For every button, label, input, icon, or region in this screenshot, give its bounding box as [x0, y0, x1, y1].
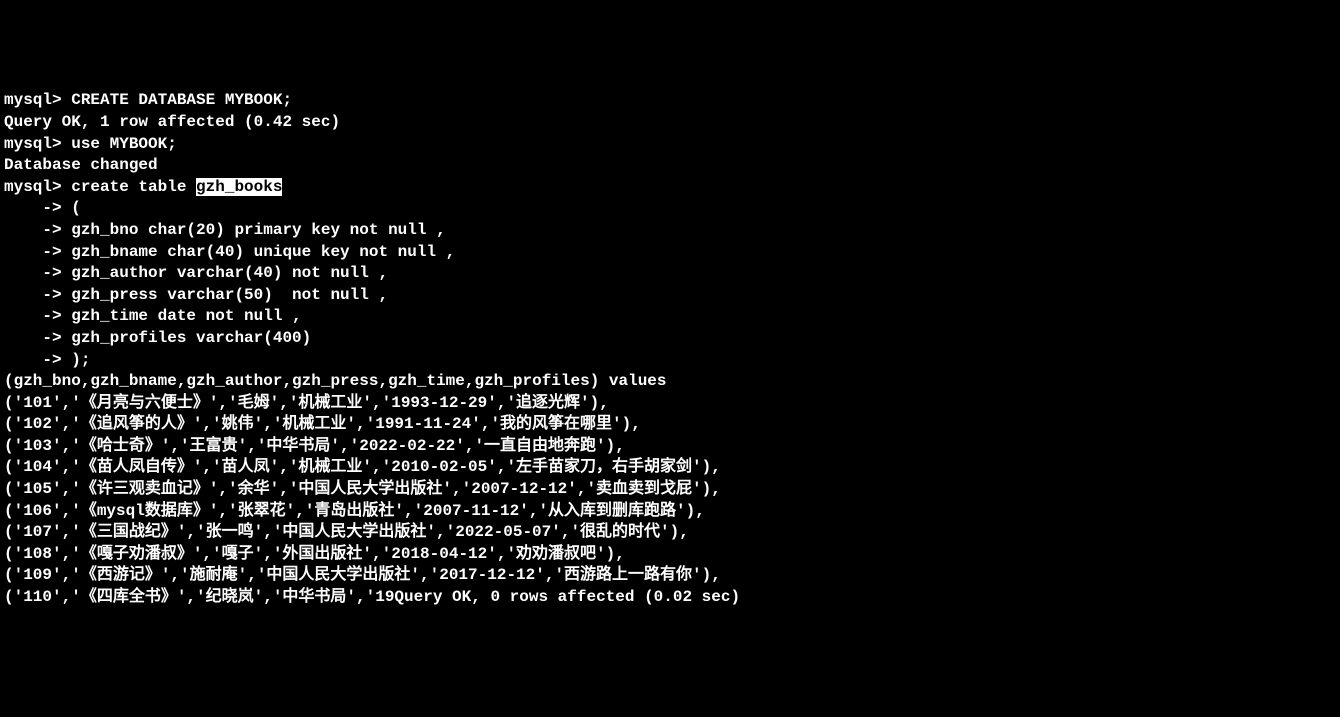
terminal-line: -> ( [4, 198, 1336, 220]
terminal-line: Query OK, 1 row affected (0.42 sec) [4, 112, 1336, 134]
terminal-line: -> gzh_time date not null , [4, 306, 1336, 328]
terminal-line: ('103','《哈士奇》','王富贵','中华书局','2022-02-22'… [4, 436, 1336, 458]
terminal-line: ('110','《四库全书》','纪晓岚','中华书局','19Query OK… [4, 587, 1336, 609]
terminal-line: (gzh_bno,gzh_bname,gzh_author,gzh_press,… [4, 371, 1336, 393]
terminal-line: -> gzh_press varchar(50) not null , [4, 285, 1336, 307]
terminal-line: mysql> create table gzh_books [4, 177, 1336, 199]
terminal-line: ('108','《嘎子劝潘叔》','嘎子','外国出版社','2018-04-1… [4, 544, 1336, 566]
terminal-line: -> gzh_profiles varchar(400) [4, 328, 1336, 350]
terminal-line: ('107','《三国战纪》','张一鸣','中国人民大学出版社','2022-… [4, 522, 1336, 544]
terminal-line: -> gzh_author varchar(40) not null , [4, 263, 1336, 285]
terminal-line: ('105','《许三观卖血记》','余华','中国人民大学出版社','2007… [4, 479, 1336, 501]
terminal-line: mysql> use MYBOOK; [4, 134, 1336, 156]
highlighted-text: gzh_books [196, 178, 282, 196]
terminal-line: ('102','《追风筝的人》','姚伟','机械工业','1991-11-24… [4, 414, 1336, 436]
terminal-line: Database changed [4, 155, 1336, 177]
terminal-line: -> ); [4, 350, 1336, 372]
terminal-line: -> gzh_bname char(40) unique key not nul… [4, 242, 1336, 264]
terminal-line: -> gzh_bno char(20) primary key not null… [4, 220, 1336, 242]
terminal-line: mysql> CREATE DATABASE MYBOOK; [4, 90, 1336, 112]
terminal-line: ('109','《西游记》','施耐庵','中国人民大学出版社','2017-1… [4, 565, 1336, 587]
mysql-terminal[interactable]: mysql> CREATE DATABASE MYBOOK;Query OK, … [4, 90, 1336, 608]
terminal-line: ('106','《mysql数据库》','张翠花','青岛出版社','2007-… [4, 501, 1336, 523]
terminal-line: ('104','《苗人凤自传》','苗人凤','机械工业','2010-02-0… [4, 457, 1336, 479]
terminal-line: ('101','《月亮与六便士》','毛姆','机械工业','1993-12-2… [4, 393, 1336, 415]
